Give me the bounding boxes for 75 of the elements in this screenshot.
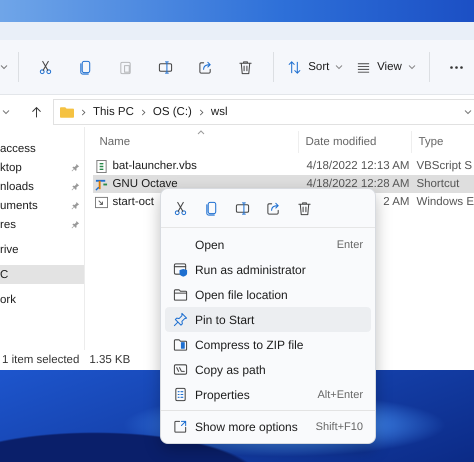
type-cell-text: Shortcut xyxy=(415,178,460,190)
chevron-right-icon xyxy=(198,108,205,116)
chevron-down-icon[interactable] xyxy=(0,63,8,71)
file-name: bat-launcher.vbs xyxy=(112,160,197,172)
sort-button[interactable]: Sort xyxy=(284,51,346,83)
file-name: GNU Octave xyxy=(112,178,178,190)
pin-icon xyxy=(71,182,80,191)
chevron-down-icon[interactable] xyxy=(2,108,10,116)
file-row[interactable]: start-oct 2 AM Windows E xyxy=(93,193,474,211)
selection-size: 1.35 KB xyxy=(89,354,130,366)
terminal-icon xyxy=(173,362,188,377)
pin-icon xyxy=(71,220,80,229)
menu-item[interactable]: Copy as path xyxy=(165,357,371,382)
copy-icon xyxy=(204,200,218,216)
menu-item[interactable]: Show more options Shift+F10 xyxy=(165,414,371,439)
column-header[interactable]: Name xyxy=(93,131,300,153)
menu-item[interactable]: Run as administrator xyxy=(165,257,371,282)
properties-icon xyxy=(173,387,188,402)
trash-icon xyxy=(238,60,254,74)
rename-icon xyxy=(234,200,250,216)
chevron-right-icon xyxy=(140,108,147,116)
column-header[interactable]: Date modified xyxy=(299,131,412,153)
pin-icon xyxy=(71,163,80,172)
sidebar-item[interactable]: access xyxy=(0,139,84,158)
view-button[interactable]: View xyxy=(354,51,418,83)
chevron-down-icon xyxy=(335,63,344,71)
menu-item[interactable]: Open Enter xyxy=(165,232,371,257)
pin-icon xyxy=(71,201,80,210)
address-bar[interactable]: This PC OS (C:) wsl xyxy=(53,99,474,125)
pin-icon xyxy=(173,312,188,327)
column-header[interactable]: Type xyxy=(412,131,474,153)
date-cell-text: 2 AM xyxy=(382,196,410,208)
breadcrumb[interactable]: OS (C:) xyxy=(152,106,192,118)
sort-caret-icon xyxy=(197,130,206,135)
sidebar-item[interactable]: ork xyxy=(0,290,84,309)
rename-icon xyxy=(158,60,174,74)
app-shortcut-icon xyxy=(95,178,108,190)
menu-item[interactable]: Compress to ZIP file xyxy=(165,332,371,357)
type-cell-text: Windows E xyxy=(415,196,474,208)
more-icon xyxy=(450,66,464,68)
sidebar-item[interactable]: rive xyxy=(0,240,84,259)
shield-window-icon xyxy=(173,262,188,277)
scissors-icon xyxy=(172,200,188,216)
breadcrumb[interactable]: This PC xyxy=(93,106,134,118)
up-arrow-icon[interactable] xyxy=(30,106,43,118)
date-cell-text: 4/18/2022 12:13 AM xyxy=(306,160,410,172)
menu-item[interactable]: Open file location xyxy=(165,282,371,307)
sidebar-item[interactable]: ktop xyxy=(0,158,84,177)
menu-item[interactable]: Pin to Start xyxy=(165,307,371,332)
sidebar-item[interactable]: nloads xyxy=(0,177,84,196)
zip-folder-icon xyxy=(173,337,188,352)
sidebar-item[interactable]: C xyxy=(0,265,84,284)
folder-icon xyxy=(60,106,74,118)
share-icon xyxy=(266,200,280,216)
chevron-right-icon xyxy=(80,108,87,116)
sort-icon xyxy=(287,60,302,74)
paste-icon xyxy=(118,60,134,74)
breadcrumb[interactable]: wsl xyxy=(210,106,228,118)
sidebar-item[interactable]: uments xyxy=(0,196,84,215)
scissors-icon xyxy=(38,60,54,74)
sidebar-item[interactable]: res xyxy=(0,215,84,234)
type-cell-text: VBScript S xyxy=(415,160,474,172)
folder-icon xyxy=(173,287,188,302)
shortcut-file-icon xyxy=(95,196,108,208)
script-file-icon xyxy=(95,160,108,172)
selection-count: 1 item selected xyxy=(2,354,80,366)
file-row[interactable]: bat-launcher.vbs 4/18/2022 12:13 AM VBScript S xyxy=(93,157,474,175)
menu-item[interactable]: Properties Alt+Enter xyxy=(165,382,371,407)
share-icon xyxy=(198,60,214,74)
trash-icon xyxy=(296,200,312,216)
file-name: start-oct xyxy=(112,196,154,208)
date-cell-text: 4/18/2022 12:28 AM xyxy=(306,178,410,190)
expand-icon xyxy=(173,419,188,434)
chevron-down-icon xyxy=(408,63,416,71)
chevron-down-icon[interactable] xyxy=(464,108,472,116)
